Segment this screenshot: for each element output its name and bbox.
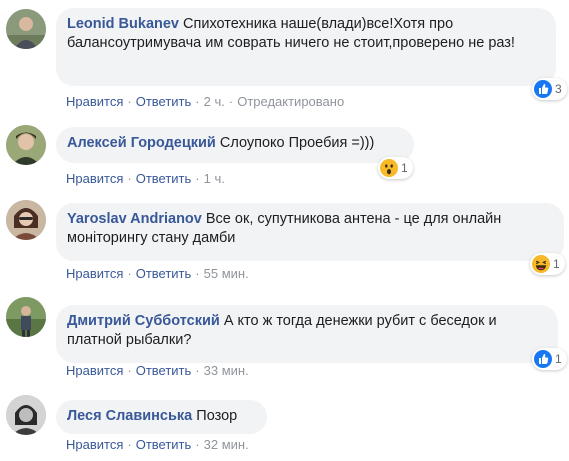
like-link[interactable]: Нравится: [66, 94, 123, 109]
reactions-badge[interactable]: 1: [532, 348, 567, 370]
comment-bubble: Leonid Bukanev Спихотехника наше(влади)вс…: [56, 8, 556, 86]
edited-label[interactable]: Отредактировано: [237, 94, 344, 109]
haha-icon: [532, 255, 550, 273]
separator-dot: ·: [195, 171, 200, 186]
comment-text: Слоупоко Проебия =))): [219, 135, 375, 151]
reaction-count: 3: [555, 82, 562, 96]
comment-time[interactable]: 33 мин.: [204, 363, 249, 378]
comment-actions: Нравится · Ответить · 32 мин.: [66, 437, 249, 453]
comment-author[interactable]: Leonid Bukanev: [67, 16, 179, 32]
reaction-count: 1: [401, 161, 408, 175]
comment-author[interactable]: Алексей Городецкий: [67, 135, 216, 151]
comment-time[interactable]: 32 мин.: [204, 437, 249, 452]
reply-link[interactable]: Ответить: [136, 94, 192, 109]
avatar[interactable]: [6, 9, 46, 49]
comment-bubble: Дмитрий Субботский А кто ж тогда денежки …: [56, 305, 558, 363]
separator-dot: ·: [195, 363, 200, 378]
reply-link[interactable]: Ответить: [136, 437, 192, 452]
like-link[interactable]: Нравится: [66, 437, 123, 452]
reply-link[interactable]: Ответить: [136, 266, 192, 281]
separator-dot: ·: [127, 266, 132, 281]
reply-link[interactable]: Ответить: [136, 171, 192, 186]
reply-link[interactable]: Ответить: [136, 363, 192, 378]
comment-author[interactable]: Дмитрий Субботский: [67, 313, 220, 329]
comment-bubble: Yaroslav Andrianov Все ок, супутникова ан…: [56, 203, 564, 261]
like-link[interactable]: Нравится: [66, 363, 123, 378]
separator-dot: ·: [195, 437, 200, 452]
comment-actions: Нравится · Ответить · 2 ч. · Отредактировано: [66, 94, 344, 110]
separator-dot: ·: [127, 363, 132, 378]
comment-author[interactable]: Yaroslav Andrianov: [67, 211, 202, 227]
reaction-count: 1: [553, 257, 560, 271]
separator-dot: ·: [195, 266, 200, 281]
comment-actions: Нравится · Ответить · 1 ч.: [66, 171, 225, 187]
wow-icon: [380, 159, 398, 177]
separator-dot: ·: [127, 437, 132, 452]
avatar[interactable]: [6, 297, 46, 337]
comment-time[interactable]: 2 ч.: [204, 94, 225, 109]
comment-actions: Нравится · Ответить · 33 мин.: [66, 363, 249, 379]
avatar[interactable]: [6, 395, 46, 435]
separator-dot: ·: [228, 94, 234, 109]
comment-time[interactable]: 1 ч.: [204, 171, 225, 186]
comment-author[interactable]: Леся Славинська: [67, 408, 192, 424]
like-link[interactable]: Нравится: [66, 266, 123, 281]
comment-text: Позор: [196, 408, 238, 424]
comment-bubble: Алексей Городецкий Слоупоко Проебия =))): [56, 127, 414, 163]
separator-dot: ·: [127, 171, 132, 186]
separator-dot: ·: [195, 94, 200, 109]
reactions-badge[interactable]: 1: [530, 253, 565, 275]
reactions-badge[interactable]: 1: [378, 157, 413, 179]
like-icon: [534, 350, 552, 368]
reaction-count: 1: [555, 352, 562, 366]
comment-bubble: Леся Славинська Позор: [56, 400, 267, 434]
like-link[interactable]: Нравится: [66, 171, 123, 186]
avatar[interactable]: [6, 125, 46, 165]
separator-dot: ·: [127, 94, 132, 109]
avatar[interactable]: [6, 200, 46, 240]
comment-actions: Нравится · Ответить · 55 мин.: [66, 266, 249, 282]
comment-time[interactable]: 55 мин.: [204, 266, 249, 281]
like-icon: [534, 80, 552, 98]
reactions-badge[interactable]: 3: [532, 78, 567, 100]
